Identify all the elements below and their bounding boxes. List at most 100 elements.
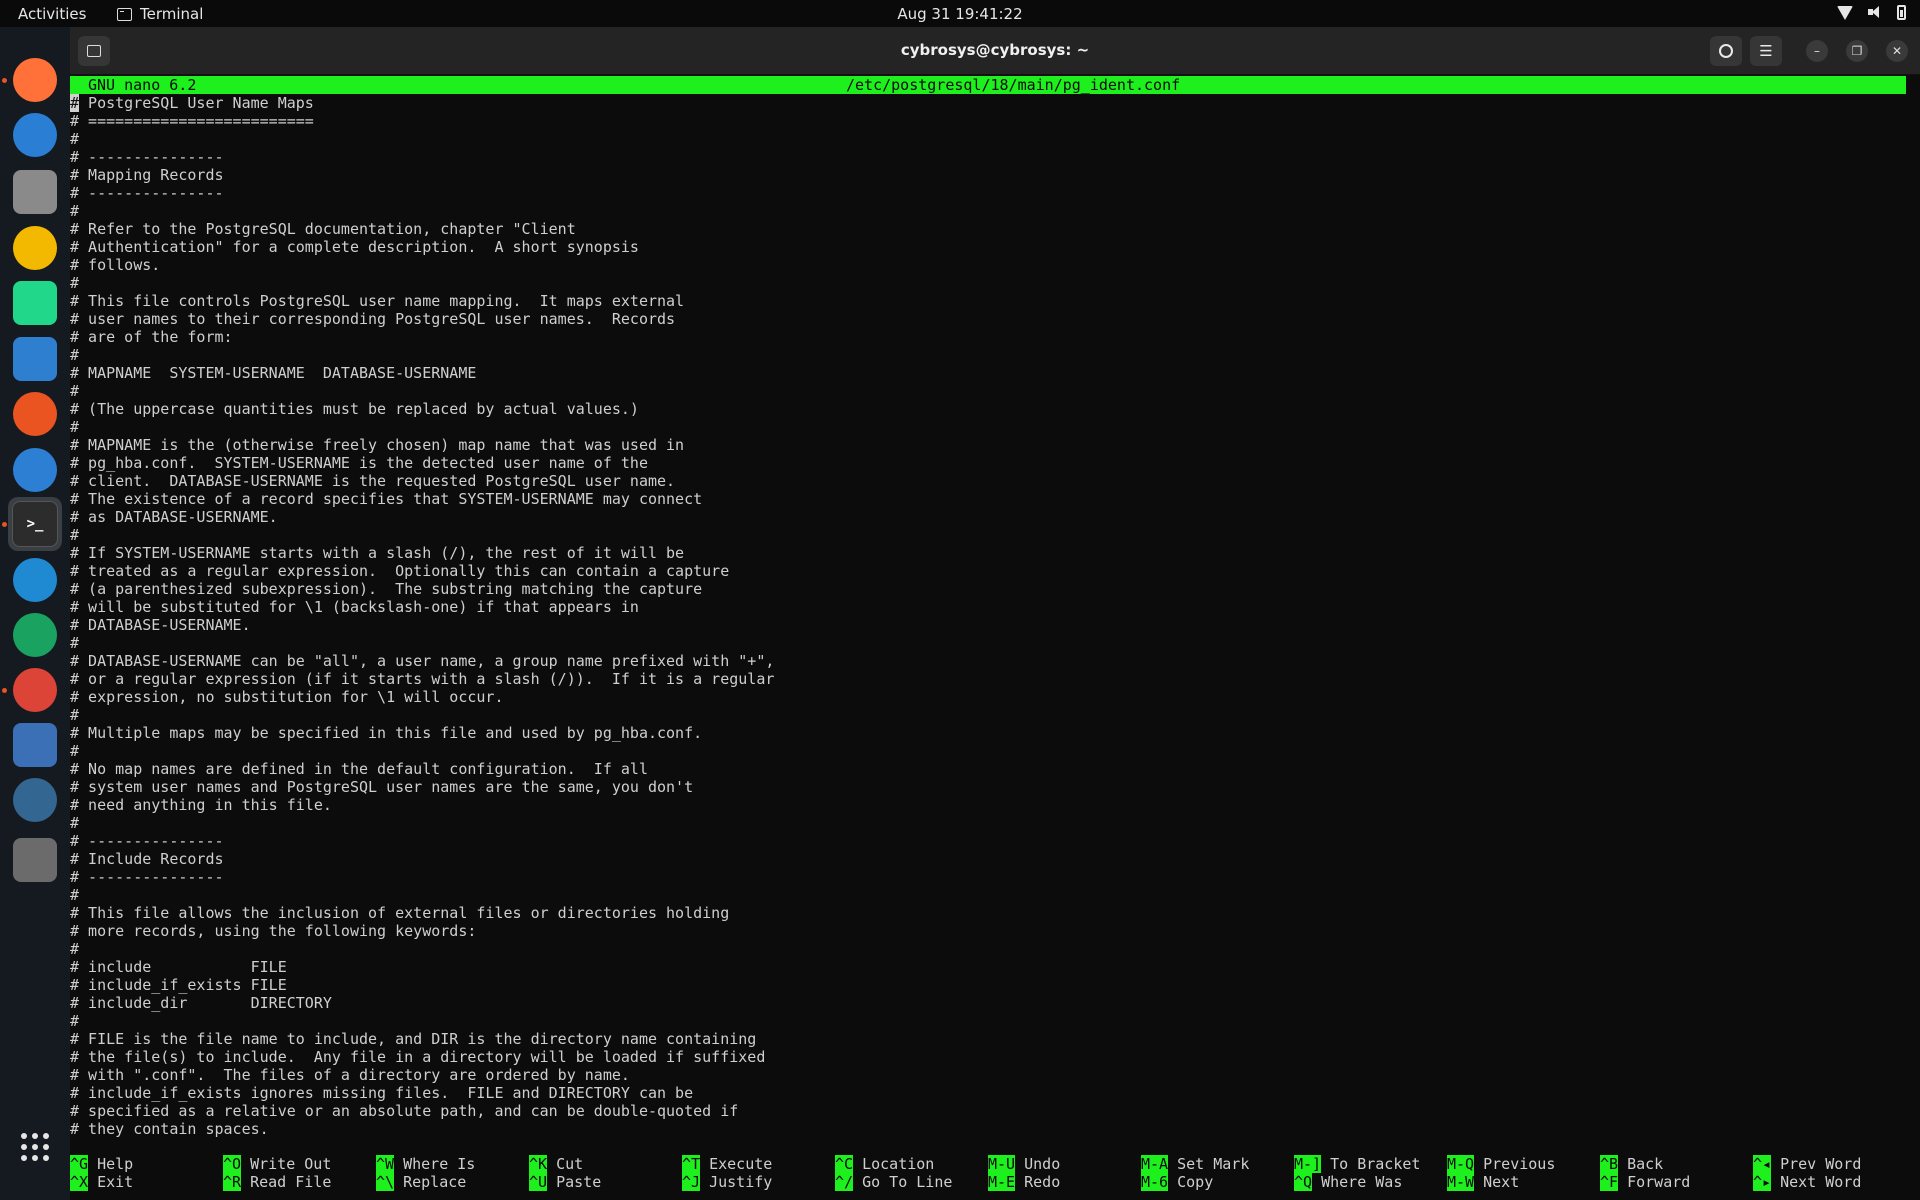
shortcut-justify[interactable]: ^J Justify bbox=[682, 1173, 835, 1191]
editor-line: # include_if_exists ignores missing file… bbox=[70, 1084, 694, 1102]
shortcut-next[interactable]: M-W Next bbox=[1447, 1173, 1600, 1191]
shortcut-redo[interactable]: M-E Redo bbox=[988, 1173, 1141, 1191]
shortcut-to-bracket[interactable]: M-] To Bracket bbox=[1294, 1155, 1447, 1173]
menu-button[interactable]: ☰ bbox=[1750, 36, 1782, 66]
shortcut-read-file[interactable]: ^R Read File bbox=[223, 1173, 376, 1191]
shortcut-where-was[interactable]: ^Q Where Was bbox=[1294, 1173, 1447, 1191]
search-button[interactable] bbox=[1710, 36, 1742, 66]
editor-line: # MAPNAME is the (otherwise freely chose… bbox=[70, 436, 685, 454]
dock-item-app-grid[interactable] bbox=[8, 1120, 62, 1174]
shortcut-label: Location bbox=[862, 1155, 935, 1173]
shortcut-label: Paste bbox=[556, 1173, 602, 1191]
editor-line: # (a parenthesized subexpression). The s… bbox=[70, 580, 703, 598]
system-tray[interactable] bbox=[1837, 4, 1906, 20]
dock-item-rhythmbox[interactable] bbox=[8, 221, 62, 275]
editor-line: # more records, using the following keyw… bbox=[70, 922, 477, 940]
editor-line: # with ".conf". The files of a directory… bbox=[70, 1066, 630, 1084]
editor-line: # bbox=[70, 886, 80, 904]
shortcut-key: M-A bbox=[1141, 1155, 1169, 1173]
shortcut-help[interactable]: ^G Help bbox=[70, 1155, 223, 1173]
shortcut-forward[interactable]: ^F Forward bbox=[1600, 1173, 1753, 1191]
dock-item-libreoffice-writer[interactable] bbox=[8, 332, 62, 386]
shortcut-key: ^U bbox=[529, 1173, 548, 1191]
editor-line: # Mapping Records bbox=[70, 166, 224, 184]
vscode-icon bbox=[13, 558, 57, 602]
terminal-content[interactable]: GNU nano 6.2 /etc/postgresql/18/main/pg_… bbox=[70, 75, 1920, 1200]
editor-buffer[interactable]: # PostgreSQL User Name Maps # ===========… bbox=[70, 94, 1906, 1138]
close-icon: ✕ bbox=[1891, 44, 1903, 58]
wifi-icon[interactable] bbox=[1837, 6, 1853, 20]
app-menu[interactable]: Terminal bbox=[117, 5, 203, 23]
window-header[interactable]: cybrosys@cybrosys: ~ ☰ – ❐ ✕ bbox=[70, 27, 1920, 75]
dock-item-files[interactable] bbox=[8, 165, 62, 219]
thunderbird-icon bbox=[13, 113, 57, 157]
editor-line: # --------------- bbox=[70, 832, 224, 850]
editor-line: # FILE is the file name to include, and … bbox=[70, 1030, 757, 1048]
dock-item-firefox[interactable] bbox=[2, 53, 62, 107]
editor-line: # If SYSTEM-USERNAME starts with a slash… bbox=[70, 544, 685, 562]
battery-icon[interactable] bbox=[1897, 4, 1906, 20]
nano-title-bar: GNU nano 6.2 /etc/postgresql/18/main/pg_… bbox=[70, 76, 1906, 94]
shortcut-replace[interactable]: ^\ Replace bbox=[376, 1173, 529, 1191]
shortcut-label: Where Was bbox=[1321, 1173, 1403, 1191]
running-indicator bbox=[2, 522, 7, 527]
shortcut-back[interactable]: ^B Back bbox=[1600, 1155, 1753, 1173]
search-icon bbox=[1719, 44, 1733, 58]
editor-line: # will be substituted for \1 (backslash-… bbox=[70, 598, 639, 616]
shortcut-go-to-line[interactable]: ^/ Go To Line bbox=[835, 1173, 988, 1191]
dock-item-chrome[interactable] bbox=[2, 663, 62, 717]
shortcut-key: ^W bbox=[376, 1155, 395, 1173]
shortcut-label: Next bbox=[1483, 1173, 1520, 1191]
top-bar: Activities Terminal Aug 31 19:41:22 bbox=[0, 0, 1920, 27]
app-name-label: Terminal bbox=[140, 5, 204, 23]
volume-icon[interactable] bbox=[1867, 4, 1883, 20]
dock-item-pgadmin[interactable] bbox=[8, 773, 62, 827]
minimize-icon: – bbox=[1814, 44, 1820, 58]
shortcut-key: ^O bbox=[223, 1155, 242, 1173]
shortcut-cut[interactable]: ^K Cut bbox=[529, 1155, 682, 1173]
dock-item-text-editor[interactable] bbox=[8, 718, 62, 772]
shortcut-write-out[interactable]: ^O Write Out bbox=[223, 1155, 376, 1173]
clock[interactable]: Aug 31 19:41:22 bbox=[0, 5, 1920, 23]
dock-item-terminal[interactable]: >_ bbox=[2, 497, 62, 551]
editor-line: # follows. bbox=[70, 256, 161, 274]
close-button[interactable]: ✕ bbox=[1886, 40, 1908, 62]
dock-item-app-center[interactable] bbox=[8, 387, 62, 441]
maximize-icon: ❐ bbox=[1851, 44, 1863, 58]
maximize-button[interactable]: ❐ bbox=[1846, 40, 1868, 62]
shortcut-prev-word[interactable]: ^◂ Prev Word bbox=[1753, 1155, 1906, 1173]
shortcut-key: ^◂ bbox=[1753, 1155, 1772, 1173]
shortcut-previous[interactable]: M-Q Previous bbox=[1447, 1155, 1600, 1173]
shortcut-exit[interactable]: ^X Exit bbox=[70, 1173, 223, 1191]
shortcut-paste[interactable]: ^U Paste bbox=[529, 1173, 682, 1191]
editor-line: # need anything in this file. bbox=[70, 796, 332, 814]
terminal-window: cybrosys@cybrosys: ~ ☰ – ❐ ✕ GNU nano 6.… bbox=[70, 27, 1920, 1200]
files-icon bbox=[13, 170, 57, 214]
shortcut-key: ^▸ bbox=[1753, 1173, 1772, 1191]
dock-item-trash[interactable] bbox=[8, 833, 62, 887]
shortcut-key: M-E bbox=[988, 1173, 1016, 1191]
shortcut-copy[interactable]: M-6 Copy bbox=[1141, 1173, 1294, 1191]
shortcut-next-word[interactable]: ^▸ Next Word bbox=[1753, 1173, 1906, 1191]
dock-item-time-tracker[interactable] bbox=[8, 608, 62, 662]
shortcut-label: Cut bbox=[556, 1155, 584, 1173]
editor-line: # bbox=[70, 634, 80, 652]
dock-item-thunderbird[interactable] bbox=[8, 108, 62, 162]
shortcut-where-is[interactable]: ^W Where Is bbox=[376, 1155, 529, 1173]
shortcut-execute[interactable]: ^T Execute bbox=[682, 1155, 835, 1173]
shortcut-key: ^T bbox=[682, 1155, 701, 1173]
shortcut-location[interactable]: ^C Location bbox=[835, 1155, 988, 1173]
editor-line: # MAPNAME SYSTEM-USERNAME DATABASE-USERN… bbox=[70, 364, 477, 382]
dock-item-help[interactable] bbox=[8, 443, 62, 497]
minimize-button[interactable]: – bbox=[1806, 40, 1828, 62]
dock-item-pycharm[interactable] bbox=[8, 276, 62, 330]
shortcut-set-mark[interactable]: M-A Set Mark bbox=[1141, 1155, 1294, 1173]
trash-icon bbox=[13, 838, 57, 882]
shortcut-undo[interactable]: M-U Undo bbox=[988, 1155, 1141, 1173]
dock-item-vscode[interactable] bbox=[8, 553, 62, 607]
activities-button[interactable]: Activities bbox=[18, 5, 86, 23]
shortcut-key: ^G bbox=[70, 1155, 89, 1173]
shortcut-label: To Bracket bbox=[1330, 1155, 1421, 1173]
app-center-icon bbox=[13, 392, 57, 436]
shortcut-label: Where Is bbox=[403, 1155, 476, 1173]
